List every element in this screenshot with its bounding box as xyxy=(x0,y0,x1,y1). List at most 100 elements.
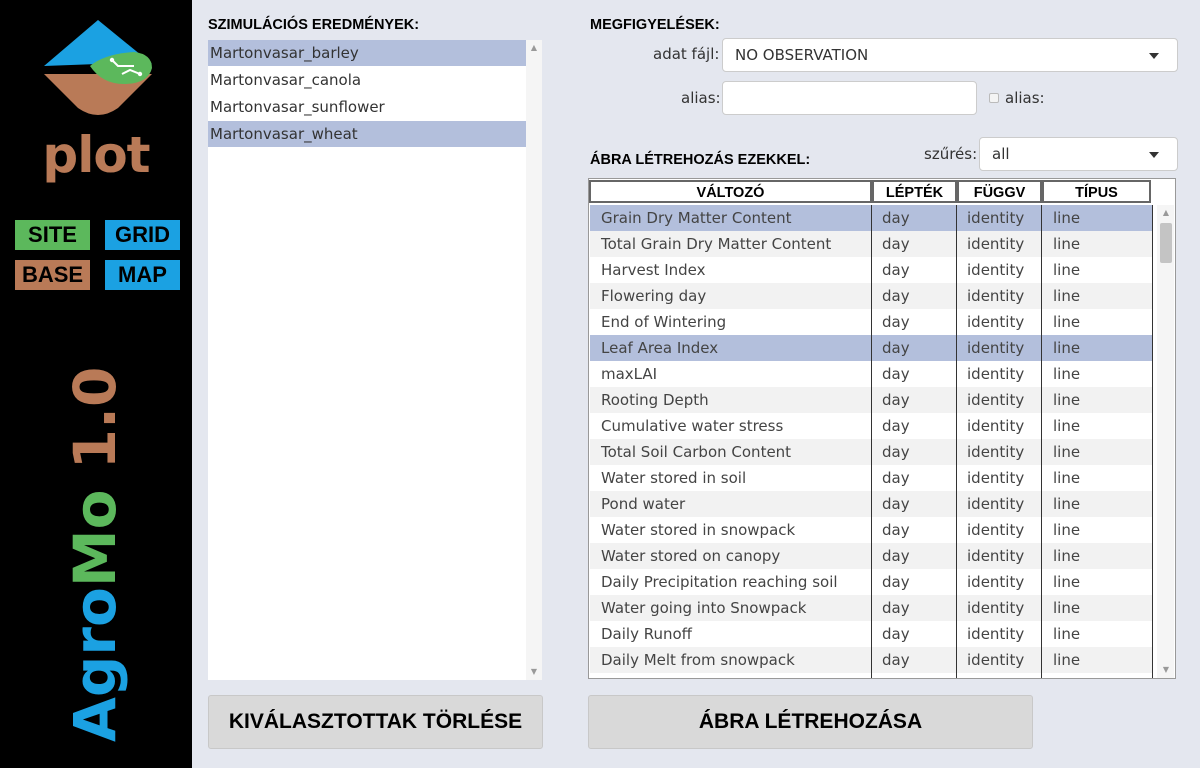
cell-function: identity xyxy=(967,391,1025,409)
column-divider xyxy=(956,205,957,678)
cell-type: line xyxy=(1053,495,1081,513)
brand-part-version: 1.0 xyxy=(61,366,129,490)
agromo-logo-icon xyxy=(44,20,152,115)
cell-function: identity xyxy=(967,443,1025,461)
cell-variable: Daily Runoff xyxy=(601,625,692,643)
nav-site-button[interactable]: SITE xyxy=(15,220,90,250)
scrollbar-thumb[interactable] xyxy=(1160,223,1172,263)
chevron-down-icon xyxy=(1149,152,1159,158)
filter-select[interactable]: all xyxy=(979,137,1178,171)
filter-value: all xyxy=(992,145,1010,163)
cell-type: line xyxy=(1053,521,1081,539)
nav-map-button[interactable]: MAP xyxy=(105,260,180,290)
list-item[interactable]: Martonvasar_barley xyxy=(208,40,526,66)
cell-step: day xyxy=(882,625,910,643)
cell-function: identity xyxy=(967,599,1025,617)
cell-step: day xyxy=(882,573,910,591)
column-header-type[interactable]: TÍPUS xyxy=(1042,180,1151,203)
cell-variable: Flowering day xyxy=(601,287,707,305)
cell-variable: Water going into Snowpack xyxy=(601,599,807,617)
brand-title: AgroMo 1.0 xyxy=(61,367,129,742)
chevron-down-icon xyxy=(1149,53,1159,59)
cell-function: identity xyxy=(967,573,1025,591)
cell-type: line xyxy=(1053,339,1081,357)
cell-type: line xyxy=(1053,261,1081,279)
cell-step: day xyxy=(882,469,910,487)
list-item[interactable]: Martonvasar_sunflower xyxy=(208,94,526,120)
cell-type: line xyxy=(1053,235,1081,253)
cell-function: identity xyxy=(967,495,1025,513)
cell-function: identity xyxy=(967,287,1025,305)
column-divider xyxy=(871,205,872,678)
cell-variable: Water stored on canopy xyxy=(601,547,781,565)
alias-label: alias: xyxy=(681,89,721,107)
cell-step: day xyxy=(882,235,910,253)
cell-step: day xyxy=(882,443,910,461)
brand-part-agro: Agro xyxy=(61,587,129,742)
alias-input[interactable] xyxy=(722,81,977,115)
cell-step: day xyxy=(882,209,910,227)
cell-variable: Daily Precipitation reaching soil xyxy=(601,573,838,591)
scroll-up-icon[interactable]: ▲ xyxy=(526,40,542,56)
cell-variable: Total Grain Dry Matter Content xyxy=(601,235,832,253)
cell-type: line xyxy=(1053,209,1081,227)
cell-type: line xyxy=(1053,417,1081,435)
cell-function: identity xyxy=(967,469,1025,487)
cell-step: day xyxy=(882,651,910,669)
cell-type: line xyxy=(1053,313,1081,331)
alias-checkbox-label: alias: xyxy=(1005,89,1045,107)
cell-function: identity xyxy=(967,547,1025,565)
cell-function: identity xyxy=(967,339,1025,357)
cell-step: day xyxy=(882,391,910,409)
column-divider xyxy=(1041,205,1042,678)
alias-checkbox[interactable] xyxy=(989,93,999,103)
cell-type: line xyxy=(1053,547,1081,565)
cell-variable: Leaf Area Index xyxy=(601,339,719,357)
scroll-down-icon[interactable]: ▼ xyxy=(526,664,542,680)
cell-step: day xyxy=(882,495,910,513)
logo-text: plot xyxy=(42,126,150,184)
cell-variable: Pond water xyxy=(601,495,686,513)
cell-type: line xyxy=(1053,391,1081,409)
list-item[interactable]: Martonvasar_canola xyxy=(208,67,526,93)
cell-step: day xyxy=(882,599,910,617)
results-scrollbar[interactable]: ▲ ▼ xyxy=(526,40,542,680)
cell-variable: Daily Melt from snowpack xyxy=(601,651,795,669)
cell-variable: Total Soil Carbon Content xyxy=(601,443,792,461)
results-title: SZIMULÁCIÓS EREDMÉNYEK: xyxy=(208,17,420,33)
cell-step: day xyxy=(882,417,910,435)
cell-type: line xyxy=(1053,287,1081,305)
clear-selection-button[interactable]: KIVÁLASZTOTTAK TÖRLÉSE xyxy=(208,695,543,749)
cell-variable: Grain Dry Matter Content xyxy=(601,209,792,227)
cell-function: identity xyxy=(967,417,1025,435)
sidebar: plot SITE GRID BASE MAP AgroMo 1.0 xyxy=(0,0,192,768)
table-scrollbar[interactable]: ▲ ▼ xyxy=(1157,205,1174,678)
nav-grid-button[interactable]: GRID xyxy=(105,220,180,250)
column-header-function[interactable]: FÜGGV xyxy=(957,180,1042,203)
cell-variable: Water stored in soil xyxy=(601,469,747,487)
cell-type: line xyxy=(1053,469,1081,487)
cell-step: day xyxy=(882,547,910,565)
create-plot-button[interactable]: ÁBRA LÉTREHOZÁSA xyxy=(588,695,1033,749)
cell-step: day xyxy=(882,261,910,279)
column-header-variable[interactable]: VÁLTOZÓ xyxy=(589,180,872,203)
nav-base-button[interactable]: BASE xyxy=(15,260,90,290)
cell-step: day xyxy=(882,287,910,305)
cell-function: identity xyxy=(967,261,1025,279)
results-listbox[interactable]: Martonvasar_barley Martonvasar_canola Mart… xyxy=(208,40,542,680)
cell-step: day xyxy=(882,521,910,539)
plot-creation-title: ÁBRA LÉTREHOZÁS EZEKKEL: xyxy=(590,152,811,168)
cell-function: identity xyxy=(967,235,1025,253)
list-item[interactable]: Martonvasar_wheat xyxy=(208,121,526,147)
cell-function: identity xyxy=(967,313,1025,331)
column-header-step[interactable]: LÉPTÉK xyxy=(872,180,957,203)
cell-type: line xyxy=(1053,599,1081,617)
data-file-select[interactable]: NO OBSERVATION xyxy=(722,38,1178,72)
cell-variable: Cumulative water stress xyxy=(601,417,784,435)
scroll-down-icon[interactable]: ▼ xyxy=(1158,662,1174,678)
cell-variable: End of Wintering xyxy=(601,313,727,331)
scroll-up-icon[interactable]: ▲ xyxy=(1158,205,1174,221)
cell-step: day xyxy=(882,313,910,331)
cell-variable: Rooting Depth xyxy=(601,391,709,409)
cell-step: day xyxy=(882,339,910,357)
